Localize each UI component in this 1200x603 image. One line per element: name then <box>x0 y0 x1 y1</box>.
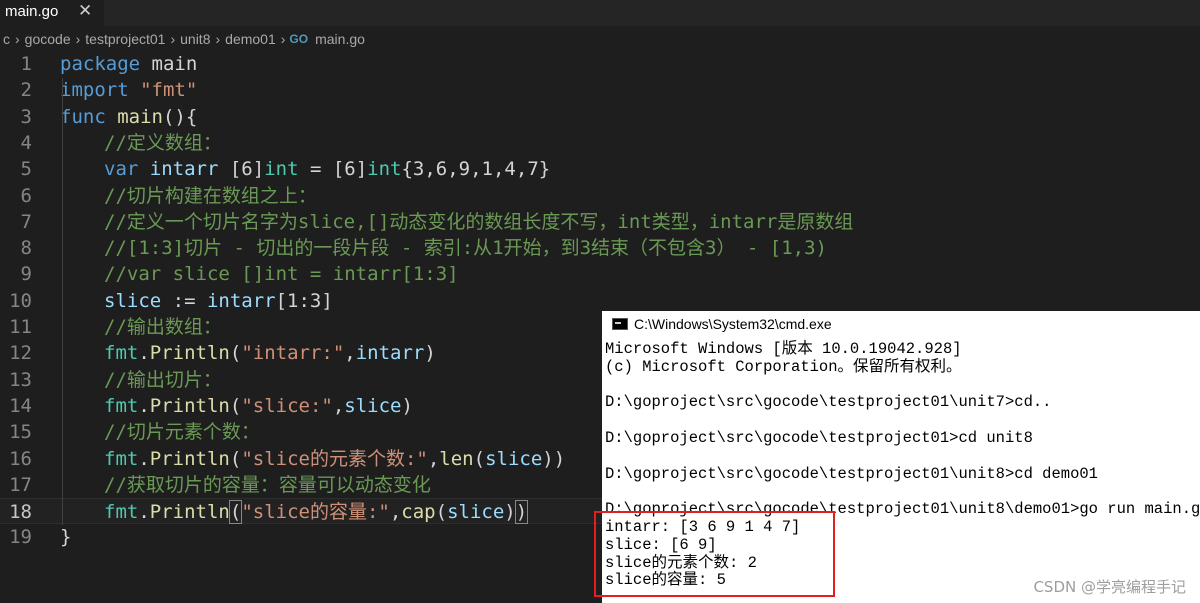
string-literal: "slice的元素个数:" <box>241 447 428 470</box>
function-name: Println <box>149 342 230 365</box>
line-number: 14 <box>9 394 32 417</box>
package-name: fmt <box>104 342 139 365</box>
comment: //切片构建在数组之上： <box>104 184 317 207</box>
comment: //获取切片的容量：容量可以动态变化 <box>104 473 431 496</box>
function-name: Println <box>149 501 230 524</box>
cmd-titlebar[interactable]: C:\Windows\System32\cmd.exe <box>602 311 1200 337</box>
chevron-right-icon: › <box>215 31 221 47</box>
variable: slice <box>344 394 402 417</box>
code-text: [1:3] <box>275 289 333 312</box>
breadcrumb-item[interactable]: c <box>0 31 13 47</box>
code-line[interactable]: 3 func main(){ <box>0 104 1200 130</box>
code-line[interactable]: 7 //定义一个切片名字为slice,[]动态变化的数组长度不写，int类型，in… <box>0 209 1200 235</box>
line-number: 5 <box>20 158 32 181</box>
line-number: 15 <box>9 421 32 444</box>
comment: //var slice []int = intarr[1:3] <box>104 263 459 286</box>
code-line[interactable]: 6 //切片构建在数组之上： <box>0 183 1200 209</box>
package-name: fmt <box>104 501 139 524</box>
string-literal: "intarr:" <box>241 342 345 365</box>
line-number: 9 <box>20 263 32 286</box>
chevron-right-icon: › <box>75 31 81 47</box>
tab-label[interactable]: main.go <box>5 3 58 20</box>
chevron-right-icon: › <box>15 31 20 47</box>
line-number: 1 <box>20 53 32 75</box>
package-name: fmt <box>104 447 139 470</box>
variable: slice <box>447 501 505 524</box>
variable: slice <box>485 447 543 470</box>
breadcrumb-item[interactable]: testproject01 <box>82 31 168 47</box>
function-name: Println <box>149 447 230 470</box>
comment: //切片元素个数： <box>104 421 260 444</box>
line-number: 17 <box>9 473 32 496</box>
type-name: int <box>264 158 299 181</box>
string-literal: "slice:" <box>241 394 333 417</box>
code-line[interactable]: 4 //定义数组： <box>0 130 1200 156</box>
comment: //输出切片： <box>104 368 222 391</box>
function-name: len <box>439 447 474 470</box>
breadcrumb-item[interactable]: gocode <box>22 31 74 47</box>
variable: intarr <box>149 158 219 181</box>
breadcrumb: c › gocode › testproject01 › unit8 › dem… <box>0 28 368 50</box>
variable: slice <box>104 289 162 312</box>
cmd-icon <box>612 318 628 330</box>
cmd-title: C:\Windows\System32\cmd.exe <box>634 316 832 332</box>
code-line[interactable]: 8 //[1:3]切片 - 切出的一段片段 - 索引:从1开始，到3结束（不包含3… <box>0 235 1200 261</box>
line-number: 11 <box>9 316 32 338</box>
line-number: 10 <box>9 289 32 312</box>
code-line[interactable]: 9 //var slice []int = intarr[1:3] <box>0 261 1200 287</box>
breadcrumb-file[interactable]: main.go <box>312 31 368 47</box>
chevron-right-icon: › <box>170 31 176 47</box>
line-number: 16 <box>9 447 32 470</box>
code-text: := <box>161 289 207 312</box>
comment: //[1:3]切片 - 切出的一段片段 - 索引:从1开始，到3结束（不包含3）… <box>104 237 827 260</box>
variable: intarr <box>206 289 276 312</box>
code-line[interactable]: 5 var intarr [6]int = [6]int{3,6,9,1,4,7} <box>0 156 1200 182</box>
breadcrumb-item[interactable]: unit8 <box>177 31 213 47</box>
string-literal: "slice的容量:" <box>241 501 390 524</box>
line-number: 13 <box>9 368 32 391</box>
tab-main-go[interactable]: main.go ✕ <box>0 0 104 26</box>
line-number: 18 <box>9 501 32 524</box>
chevron-right-icon: › <box>280 31 286 47</box>
code-text: {3,6,9,1,4,7} <box>401 158 551 181</box>
comment: //定义数组： <box>104 131 222 154</box>
code-text: main <box>140 53 198 75</box>
line-number: 2 <box>20 79 32 102</box>
breadcrumb-item[interactable]: demo01 <box>222 31 279 47</box>
line-number: 7 <box>20 210 32 233</box>
line-number: 8 <box>20 237 32 260</box>
code-text: } <box>60 526 72 549</box>
keyword: import <box>60 79 129 102</box>
function-name: main <box>117 105 163 128</box>
line-number: 19 <box>9 526 32 549</box>
line-number: 3 <box>20 105 32 128</box>
code-line[interactable]: 2 import "fmt" <box>0 77 1200 103</box>
string-literal: "fmt" <box>140 79 198 102</box>
function-name: cap <box>401 501 436 524</box>
go-file-icon: GO <box>289 32 309 46</box>
watermark: CSDN @学亮编程手记 <box>1033 578 1186 596</box>
output-highlight-box <box>594 511 835 597</box>
code-text: = [6] <box>298 158 368 181</box>
comment: //定义一个切片名字为slice,[]动态变化的数组长度不写，int类型，int… <box>104 210 854 233</box>
type-name: int <box>367 158 402 181</box>
package-name: fmt <box>104 394 139 417</box>
keyword: func <box>60 105 106 128</box>
variable: intarr <box>355 342 425 365</box>
line-number: 6 <box>20 184 32 207</box>
comment: //输出数组： <box>104 316 222 338</box>
code-text: (){ <box>162 105 198 128</box>
code-text: [6] <box>218 158 265 181</box>
tab-bar: main.go ✕ <box>0 0 1200 26</box>
line-number: 4 <box>20 131 32 154</box>
keyword: package <box>60 53 141 75</box>
code-line[interactable]: 1 package main <box>0 51 1200 77</box>
function-name: Println <box>149 394 230 417</box>
keyword: var <box>104 158 139 181</box>
indent-guide <box>62 78 63 525</box>
close-icon[interactable]: ✕ <box>78 1 92 21</box>
line-number: 12 <box>9 342 32 365</box>
